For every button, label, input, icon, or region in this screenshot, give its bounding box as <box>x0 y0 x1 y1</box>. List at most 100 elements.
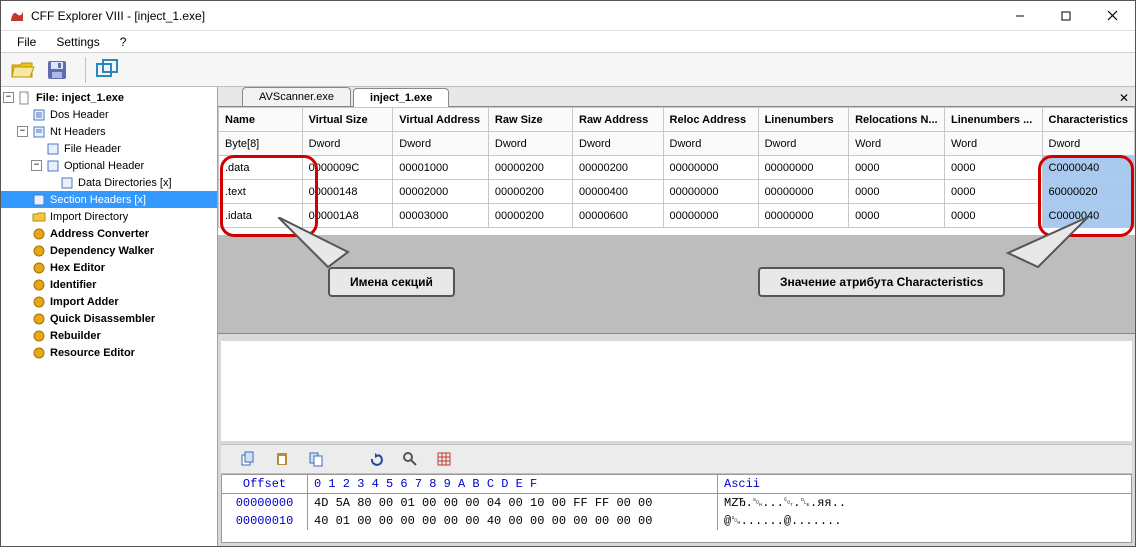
cell-rsize[interactable]: 00000200 <box>488 180 572 204</box>
cell-reloc[interactable]: 00000000 <box>663 180 758 204</box>
col-characteristics[interactable]: Characteristics <box>1042 108 1135 132</box>
hex-undo-icon[interactable] <box>367 450 385 468</box>
cell-vsize[interactable]: 000001A8 <box>302 204 393 228</box>
hex-row[interactable]: 00000000 4D 5A 80 00 01 00 00 00 04 00 1… <box>222 494 1131 512</box>
col-name[interactable]: Name <box>219 108 303 132</box>
hex-bytes[interactable]: 40 01 00 00 00 00 00 00 40 00 00 00 00 0… <box>308 512 718 530</box>
col-linenumbers[interactable]: Linenumbers <box>758 108 849 132</box>
hex-copy-icon[interactable] <box>239 450 257 468</box>
tree-data-directories[interactable]: Data Directories [x] <box>1 174 217 191</box>
tree-import-directory[interactable]: Import Directory <box>1 208 217 225</box>
cell-reloc[interactable]: 00000000 <box>663 204 758 228</box>
hex-row[interactable]: 00000010 40 01 00 00 00 00 00 00 40 00 0… <box>222 512 1131 530</box>
cell-vsize[interactable]: 00000148 <box>302 180 393 204</box>
tree-resource-editor[interactable]: Resource Editor <box>1 344 217 361</box>
tree-hex-editor[interactable]: Hex Editor <box>1 259 217 276</box>
app-icon <box>9 8 25 24</box>
cell-name[interactable]: .data <box>219 156 303 180</box>
tree-identifier[interactable]: Identifier <box>1 276 217 293</box>
cell-raddr[interactable]: 00000400 <box>573 180 664 204</box>
hex-header: Offset 0 1 2 3 4 5 6 7 8 9 A B C D E F A… <box>222 475 1131 494</box>
section-headers-grid[interactable]: Name Virtual Size Virtual Address Raw Si… <box>218 107 1135 334</box>
toolbar-save-icon[interactable] <box>43 56 71 84</box>
menu-help[interactable]: ? <box>110 33 137 51</box>
table-row[interactable]: .idata 000001A8 00003000 00000200 000006… <box>219 204 1135 228</box>
tab-avscanner[interactable]: AVScanner.exe <box>242 87 351 106</box>
hex-ascii[interactable]: MZЂ.␁...␄.␐.яя.. <box>718 494 852 512</box>
tree-optional-header[interactable]: − Optional Header <box>1 157 217 174</box>
tree-toggle-icon[interactable]: − <box>3 92 14 103</box>
cell-linenum[interactable]: 00000000 <box>758 204 849 228</box>
cell-relocn[interactable]: 0000 <box>849 156 945 180</box>
cell-linenn[interactable]: 0000 <box>944 204 1042 228</box>
col-linenumbers-n[interactable]: Linenumbers ... <box>944 108 1042 132</box>
cell-relocn[interactable]: 0000 <box>849 180 945 204</box>
col-reloc-address[interactable]: Reloc Address <box>663 108 758 132</box>
tree-label: Nt Headers <box>50 126 106 138</box>
cell-name[interactable]: .idata <box>219 204 303 228</box>
tree-toggle-icon[interactable]: − <box>17 126 28 137</box>
cell-rsize[interactable]: 00000200 <box>488 156 572 180</box>
hex-view[interactable]: Offset 0 1 2 3 4 5 6 7 8 9 A B C D E F A… <box>221 474 1132 543</box>
cell-reloc[interactable]: 00000000 <box>663 156 758 180</box>
hex-find-icon[interactable] <box>401 450 419 468</box>
col-virtual-address[interactable]: Virtual Address <box>393 108 489 132</box>
tree-address-converter[interactable]: Address Converter <box>1 225 217 242</box>
tree-root[interactable]: − File: inject_1.exe <box>1 89 217 106</box>
tree-label: Dependency Walker <box>50 245 154 257</box>
cell-vaddr[interactable]: 00003000 <box>393 204 489 228</box>
cell-chars[interactable]: C0000040 <box>1042 204 1135 228</box>
menu-file[interactable]: File <box>7 33 46 51</box>
toolbar-open-icon[interactable] <box>9 56 37 84</box>
maximize-button[interactable] <box>1043 1 1089 30</box>
tree-file-header[interactable]: File Header <box>1 140 217 157</box>
tree-toggle-icon[interactable]: − <box>31 160 42 171</box>
sheet-icon <box>45 142 61 156</box>
tree-dos-header[interactable]: Dos Header <box>1 106 217 123</box>
cell-linenn[interactable]: 0000 <box>944 156 1042 180</box>
tree-quick-disassembler[interactable]: Quick Disassembler <box>1 310 217 327</box>
cell-vaddr[interactable]: 00002000 <box>393 180 489 204</box>
hex-fill-icon[interactable] <box>435 450 453 468</box>
cell-linenn[interactable]: 0000 <box>944 180 1042 204</box>
cell-chars[interactable]: C0000040 <box>1042 156 1135 180</box>
hex-bytes[interactable]: 4D 5A 80 00 01 00 00 00 04 00 10 00 FF F… <box>308 494 718 512</box>
col-relocations-n[interactable]: Relocations N... <box>849 108 945 132</box>
cell-vaddr[interactable]: 00001000 <box>393 156 489 180</box>
tab-inject1[interactable]: inject_1.exe <box>353 88 449 107</box>
cell-vsize[interactable]: 0000009C <box>302 156 393 180</box>
close-button[interactable] <box>1089 1 1135 30</box>
cell-relocn[interactable]: 0000 <box>849 204 945 228</box>
cell-linenum[interactable]: 00000000 <box>758 156 849 180</box>
cell-linenum[interactable]: 00000000 <box>758 180 849 204</box>
col-virtual-size[interactable]: Virtual Size <box>302 108 393 132</box>
col-raw-size[interactable]: Raw Size <box>488 108 572 132</box>
hex-paste-icon[interactable] <box>273 450 291 468</box>
table-row[interactable]: .data 0000009C 00001000 00000200 0000020… <box>219 156 1135 180</box>
hex-copyall-icon[interactable] <box>307 450 325 468</box>
tree-rebuilder[interactable]: Rebuilder <box>1 327 217 344</box>
tree-section-headers[interactable]: Section Headers [x] <box>1 191 217 208</box>
type-dword: Dword <box>302 132 393 156</box>
menu-settings[interactable]: Settings <box>46 33 109 51</box>
content-pane: AVScanner.exe inject_1.exe ✕ Name Virtua… <box>218 87 1135 546</box>
tree-nt-headers[interactable]: − Nt Headers <box>1 123 217 140</box>
minimize-button[interactable] <box>997 1 1043 30</box>
type-dword: Dword <box>758 132 849 156</box>
tree-label: File: inject_1.exe <box>36 92 124 104</box>
type-dword: Dword <box>488 132 572 156</box>
tree-pane[interactable]: − File: inject_1.exe Dos Header − Nt Hea… <box>1 87 218 546</box>
col-raw-address[interactable]: Raw Address <box>573 108 664 132</box>
hex-ascii[interactable]: @␁......@....... <box>718 512 847 530</box>
tree-dependency-walker[interactable]: Dependency Walker <box>1 242 217 259</box>
tree-import-adder[interactable]: Import Adder <box>1 293 217 310</box>
cell-chars[interactable]: 60000020 <box>1042 180 1135 204</box>
cell-raddr[interactable]: 00000200 <box>573 156 664 180</box>
cell-raddr[interactable]: 00000600 <box>573 204 664 228</box>
cell-name[interactable]: .text <box>219 180 303 204</box>
title-bar: CFF Explorer VIII - [inject_1.exe] <box>1 1 1135 31</box>
cell-rsize[interactable]: 00000200 <box>488 204 572 228</box>
toolbar-windows-icon[interactable] <box>94 56 122 84</box>
tab-close-icon[interactable]: ✕ <box>1119 91 1129 105</box>
table-row[interactable]: .text 00000148 00002000 00000200 0000040… <box>219 180 1135 204</box>
